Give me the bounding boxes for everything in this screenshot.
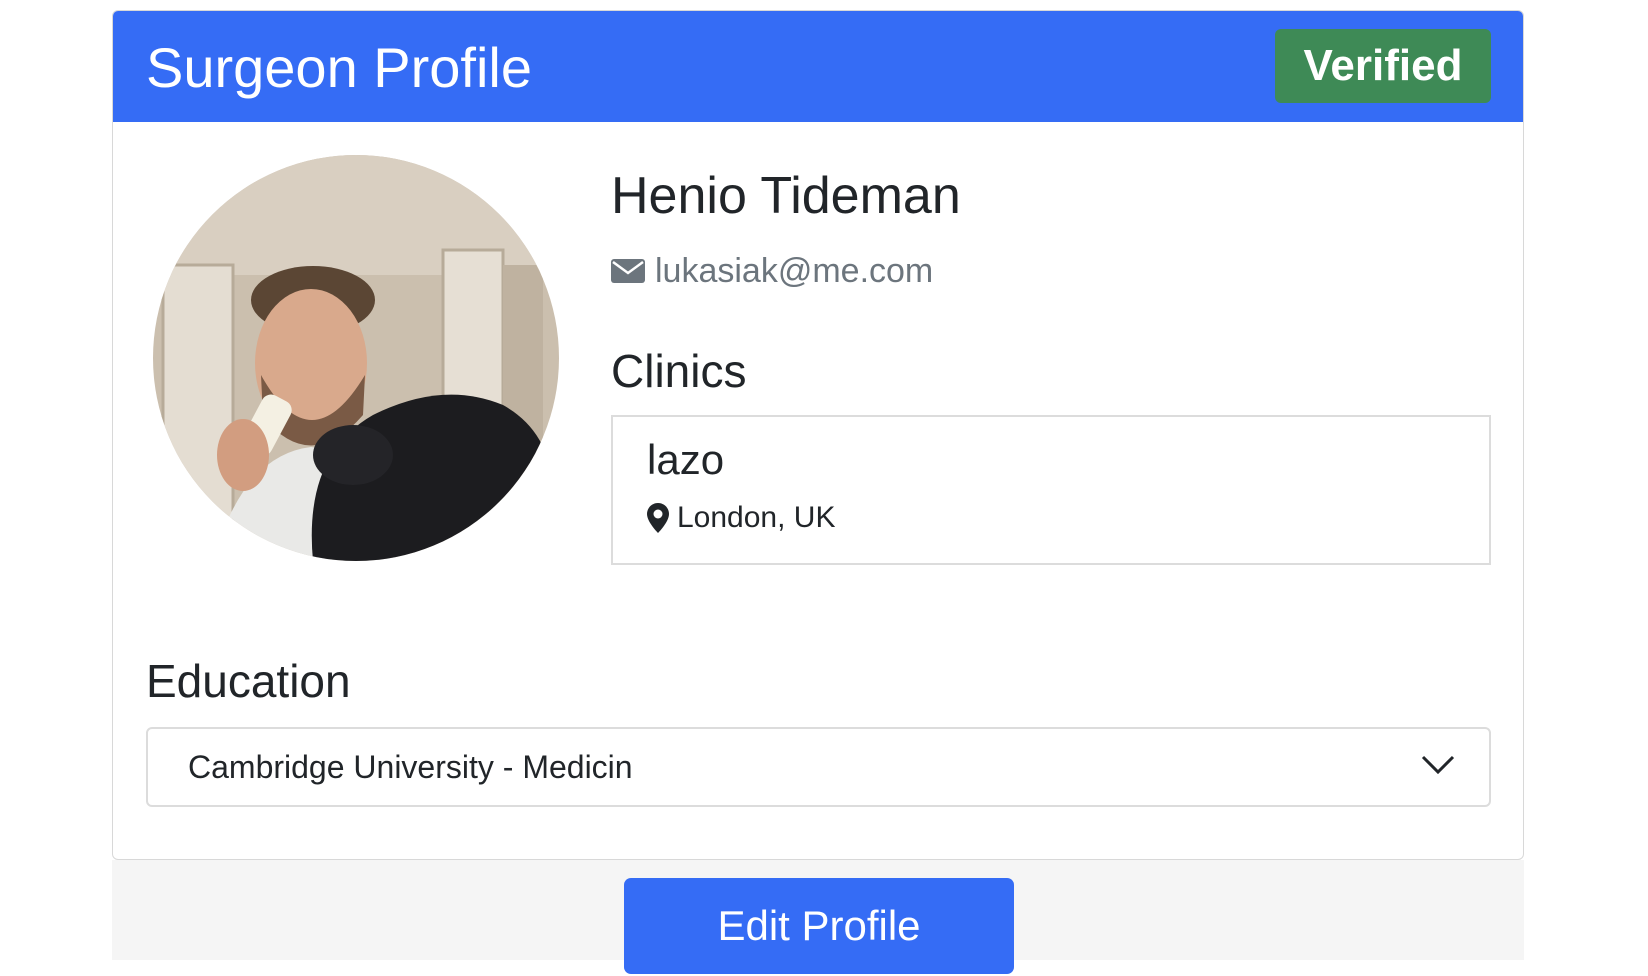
email-text: lukasiak@me.com [655,251,934,290]
card-footer: Edit Profile [112,860,1524,974]
card-header: Surgeon Profile Verified [113,11,1523,122]
clinic-name: lazo [647,436,725,483]
education-label: Cambridge University - Medicin [188,749,633,785]
email-row: lukasiak@me.com [611,249,933,293]
edit-profile-button[interactable]: Edit Profile [624,878,1014,974]
clinics-heading: Clinics [611,345,747,397]
clinic-card: lazo London, UK [611,415,1491,565]
avatar-photo [153,155,559,561]
clinic-location-text: London, UK [677,501,836,534]
verified-badge: Verified [1275,29,1491,103]
surgeon-profile-card: Surgeon Profile Verified Henio Tideman l… [112,10,1524,860]
clinic-location: London, UK [647,501,835,535]
avatar [153,155,559,561]
envelope-icon [611,259,645,283]
education-heading: Education [146,655,351,707]
chevron-down-icon[interactable] [1421,753,1455,777]
page-title: Surgeon Profile [146,36,533,99]
education-accordion-item[interactable]: Cambridge University - Medicin [146,727,1491,807]
surgeon-name: Henio Tideman [611,167,961,225]
map-pin-icon [647,503,669,533]
